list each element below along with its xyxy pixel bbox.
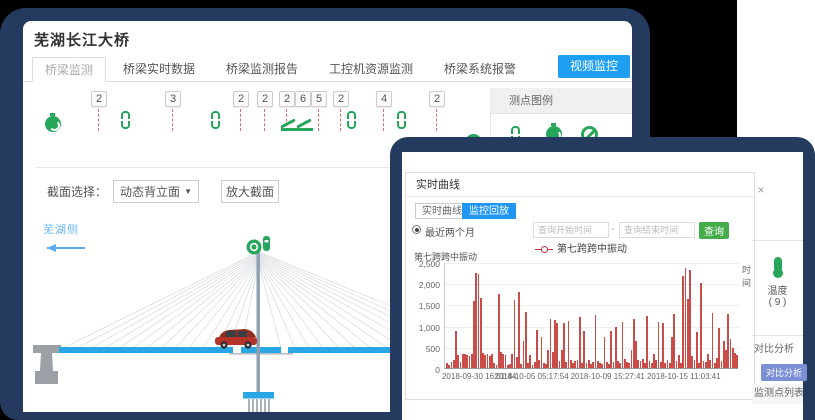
tab-bar: 桥梁监测桥梁实时数据桥梁监测报告工控机资源监测桥梁系统报警 视频监控 [23,57,632,82]
dotted-line [436,109,437,131]
legend-panel-title: 测点图例 [491,88,632,114]
dotted-line [264,109,265,131]
chart-bar [712,313,714,368]
y-tick-label: 1,000 [410,323,440,333]
chevron-down-icon: ▼ [184,187,192,196]
chart-bar [579,317,581,368]
sensor-count-badge: 3 [165,91,181,107]
monitor-point-list-label: 监测点列表 [752,384,803,404]
realtime-curve-panel: 实时曲线 实时曲线图 监控回放 最近两个月 - 查询 第七跨跨中振动 第七跨跨中… [405,172,755,400]
end-time-input[interactable] [619,222,695,238]
sensor-count-badge: 2 [233,91,249,107]
radio-label: 最近两个月 [425,224,475,239]
section-select-value: 动态背立面 [120,183,180,200]
enlarge-section-button[interactable]: 放大截面 [221,180,279,203]
x-tick-label: 2018-10-05 05:17:54 [494,372,568,381]
chart-bar [595,315,597,368]
chart-plot-area: 2,5002,0001,5001,0005000 2018-09-30 16:0… [444,263,738,369]
background-sidebar: 温度 ( 9 ) 对比分析 对比分析 监测点列表 [752,152,803,420]
dotted-line [383,109,384,131]
date-separator: - [611,224,614,235]
sensor-link-icon[interactable] [121,111,130,129]
sensor-link-icon[interactable] [211,111,220,129]
dotted-line [98,109,99,131]
divider [752,240,803,241]
sensor-count-badge: 5 [311,91,327,107]
y-tick-label: 1,500 [410,301,440,311]
query-controls: 最近两个月 - 查询 [406,222,754,240]
chart-bar [525,312,527,368]
temperature-block[interactable]: 温度 ( 9 ) [752,257,803,308]
section-select-dropdown[interactable]: 动态背立面 ▼ [113,180,199,203]
sensor-count-badge: 2 [333,91,349,107]
dotted-line [318,109,319,131]
chart-bar [673,314,675,368]
temperature-count: ( 9 ) [752,297,803,308]
anemometer-icon[interactable] [45,116,61,132]
tab-monitor-playback[interactable]: 监控回放 [462,203,516,219]
y-tick-label: 500 [410,344,440,354]
modal-content: × 实时曲线 实时曲线图 监控回放 最近两个月 - 查询 第七跨跨中振动 第七跨… [402,152,803,420]
legend-marker-icon [535,249,553,250]
chart-bar [689,270,691,368]
expansion-joint-icon[interactable] [279,117,315,131]
dotted-line [240,109,241,131]
tab-0[interactable]: 桥梁监测 [32,57,106,82]
chart-bar [518,292,520,368]
page-title: 芜湖长江大桥 [34,29,130,50]
sensor-count-badge: 6 [295,91,311,107]
divider [752,335,803,336]
tab-3[interactable]: 工控机资源监测 [317,57,425,82]
chart-bars [446,262,738,368]
compare-analysis-label: 对比分析 [754,340,794,355]
chart-bar [646,316,648,368]
compare-analysis-button[interactable]: 对比分析 [761,364,807,381]
temperature-label: 温度 [752,282,803,297]
sensor-link-icon[interactable] [347,111,356,129]
chart-bar [736,355,738,368]
start-time-input[interactable] [533,222,609,238]
sensor-count-badge: 2 [429,91,445,107]
sensor-count-badge: 4 [376,91,392,107]
sensor-count-badge: 2 [91,91,107,107]
section-select-label: 截面选择： [47,183,107,200]
x-tick-label: 2018-10-09 15:27:41 [571,372,645,381]
sensor-row: 2322265242 [23,91,483,139]
radio-last-two-months[interactable] [412,225,421,234]
section-select-row: 截面选择： 动态背立面 ▼ 放大截面 [47,179,279,203]
sensor-count-badge: 2 [257,91,273,107]
y-tick-label: 2,000 [410,280,440,290]
y-tick-label: 0 [410,365,440,375]
x-tick-label: 2018-10-15 11:03:41 [647,372,721,381]
dotted-line [340,109,341,131]
panel-title: 实时曲线 [406,173,754,197]
video-monitor-button[interactable]: 视频监控 [558,55,630,78]
dotted-line [172,109,173,131]
tab-1[interactable]: 桥梁实时数据 [111,57,207,82]
sensor-count-badge: 2 [279,91,295,107]
query-button[interactable]: 查询 [699,222,729,239]
tab-4[interactable]: 桥梁系统报警 [432,57,528,82]
tab-2[interactable]: 桥梁监测报告 [214,57,310,82]
car-illustration [215,329,257,349]
chart-bar [700,283,702,368]
thermometer-icon [774,257,782,272]
chart-bar [662,323,664,368]
y-tick-label: 2,500 [410,259,440,269]
sensor-link-icon[interactable] [397,111,406,129]
